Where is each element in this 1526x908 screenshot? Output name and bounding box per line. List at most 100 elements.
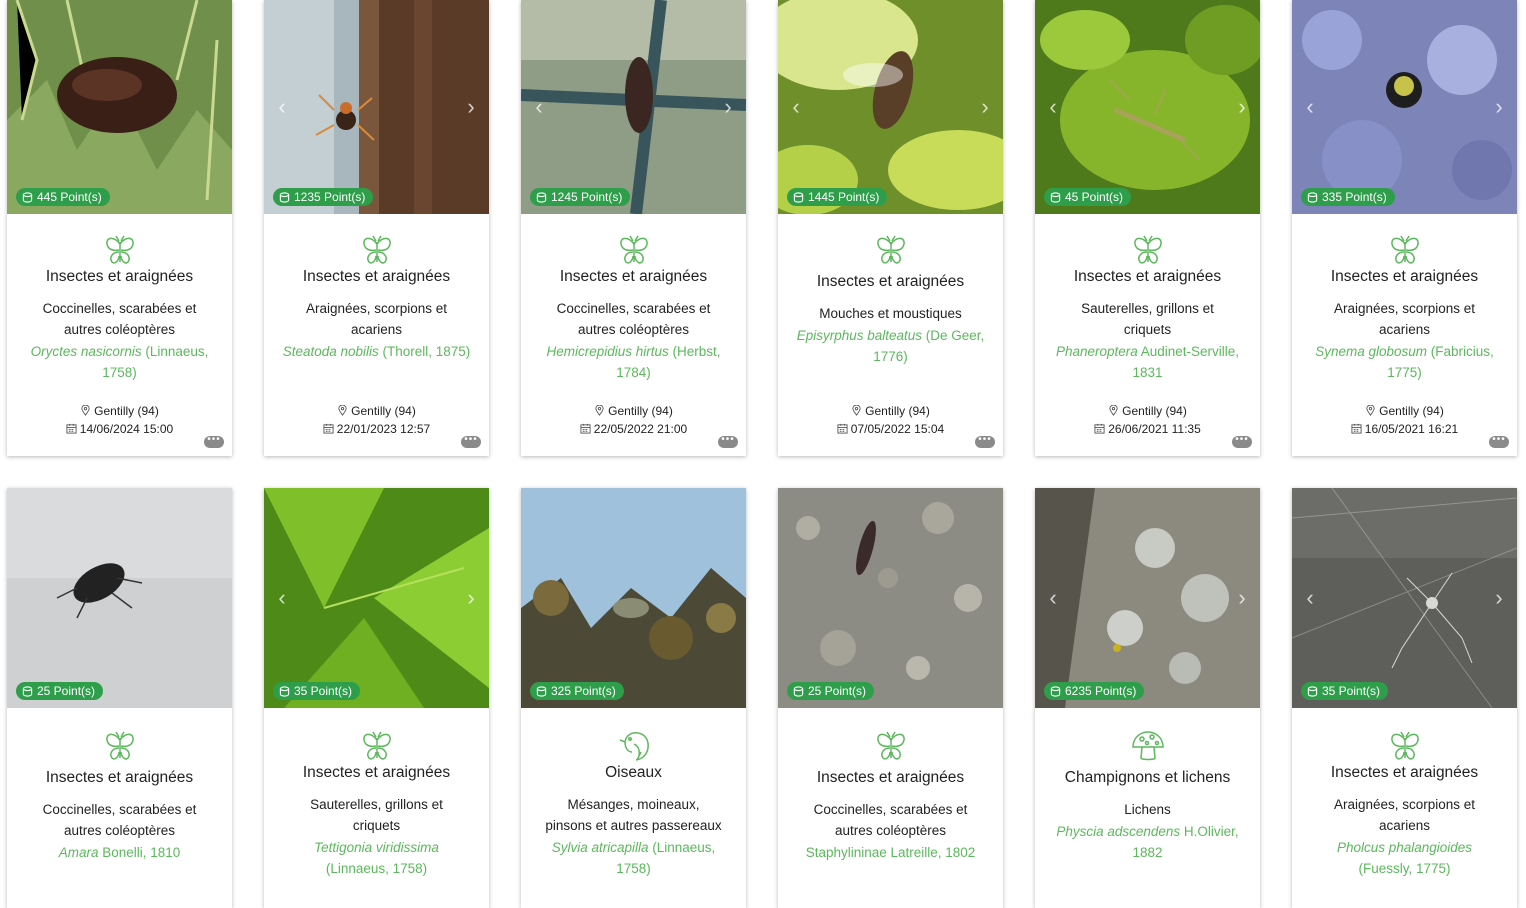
location-pin-icon: [595, 405, 604, 416]
observation-meta: Gentilly (94) 14/06/2024 15:00: [7, 402, 232, 438]
observation-meta: Gentilly (94) 22/01/2023 12:57: [264, 402, 489, 438]
butterfly-icon: [1133, 235, 1162, 264]
observation-card[interactable]: 325 Point(s) Oiseaux Mésanges, moineaux,…: [521, 488, 746, 908]
more-options-button[interactable]: •••: [461, 435, 481, 448]
points-badge: 335 Point(s): [1301, 188, 1395, 206]
coins-icon: [1307, 191, 1318, 203]
species-name[interactable]: Sylvia atricapilla (Linnaeus, 1758): [539, 837, 728, 879]
category-title: Insectes et araignées: [816, 769, 965, 786]
species-name[interactable]: Tettigonia viridissima (Linnaeus, 1758): [282, 837, 471, 879]
observation-card[interactable]: ‹ › 6235 Point(s) Champignons et lichens…: [1035, 488, 1260, 908]
species-name[interactable]: Pholcus phalangioides (Fuessly, 1775): [1310, 837, 1499, 879]
carousel-prev-button[interactable]: ‹: [1044, 96, 1062, 118]
observation-meta: Gentilly (94) 22/05/2022 21:00: [521, 402, 746, 438]
calendar-icon: [580, 423, 591, 434]
points-badge: 1245 Point(s): [530, 188, 631, 206]
category-title: Champignons et lichens: [1064, 769, 1231, 786]
subcategory: Araignées, scorpions et acariens: [1333, 797, 1476, 833]
points-badge: 445 Point(s): [16, 188, 110, 206]
butterfly-icon: [362, 235, 391, 264]
location-pin-icon: [338, 405, 347, 416]
points-badge: 1445 Point(s): [787, 188, 888, 206]
carousel-next-button[interactable]: ›: [462, 587, 480, 609]
subcategory: Coccinelles, scarabées et autres coléopt…: [42, 301, 197, 337]
observation-card[interactable]: ‹ › 335 Point(s) Insectes et araignées A…: [1292, 0, 1517, 456]
calendar-icon: [1351, 423, 1362, 434]
points-badge: 35 Point(s): [273, 682, 361, 700]
category-title: Insectes et araignées: [302, 268, 451, 285]
observation-card[interactable]: 25 Point(s) Insectes et araignées Coccin…: [778, 488, 1003, 908]
carousel-next-button[interactable]: ›: [976, 96, 994, 118]
observation-card[interactable]: 25 Point(s) Insectes et araignées Coccin…: [7, 488, 232, 908]
more-options-button[interactable]: •••: [975, 435, 995, 448]
calendar-icon: [323, 423, 334, 434]
observation-photo[interactable]: ‹ › 335 Point(s): [1292, 0, 1517, 214]
more-options-button[interactable]: •••: [204, 435, 224, 448]
points-badge: 1235 Point(s): [273, 188, 374, 206]
species-name[interactable]: Synema globosum (Fabricius, 1775): [1310, 341, 1499, 383]
coins-icon: [1307, 685, 1318, 697]
more-options-button[interactable]: •••: [718, 435, 738, 448]
carousel-next-button[interactable]: ›: [1490, 96, 1508, 118]
species-name[interactable]: Phaneroptera Audinet-Serville, 1831: [1053, 341, 1242, 383]
carousel-prev-button[interactable]: ‹: [1301, 587, 1319, 609]
observation-photo[interactable]: ‹ › 35 Point(s): [264, 488, 489, 708]
subcategory: Sauterelles, grillons et criquets: [310, 797, 443, 833]
observation-photo[interactable]: ‹ › 1245 Point(s): [521, 0, 746, 214]
carousel-prev-button[interactable]: ‹: [1044, 587, 1062, 609]
observation-photo[interactable]: ‹ › 1445 Point(s): [778, 0, 1003, 214]
subcategory: Sauterelles, grillons et criquets: [1081, 301, 1214, 337]
carousel-next-button[interactable]: ›: [1233, 96, 1251, 118]
observation-card[interactable]: ‹ › 45 Point(s) Insectes et araignées Sa…: [1035, 0, 1260, 456]
mushroom-icon: [1131, 731, 1164, 761]
observation-photo[interactable]: ‹ › 45 Point(s): [1035, 0, 1260, 214]
species-name[interactable]: Amara Bonelli, 1810: [25, 842, 214, 863]
observation-photo[interactable]: 25 Point(s): [778, 488, 1003, 708]
observation-card[interactable]: ‹ › 1445 Point(s) Insectes et araignées …: [778, 0, 1003, 456]
observation-card[interactable]: ‹ › 35 Point(s) Insectes et araignées Ar…: [1292, 488, 1517, 908]
carousel-prev-button[interactable]: ‹: [273, 587, 291, 609]
observation-card[interactable]: ‹ › 1235 Point(s) Insectes et araignées …: [264, 0, 489, 456]
carousel-prev-button[interactable]: ‹: [787, 96, 805, 118]
species-name[interactable]: Physcia adscendens H.Olivier, 1882: [1053, 821, 1242, 863]
observation-card[interactable]: 445 Point(s) Insectes et araignées Cocci…: [7, 0, 232, 456]
category-title: Insectes et araignées: [1330, 268, 1479, 285]
species-name[interactable]: Episyrphus balteatus (De Geer, 1776): [796, 325, 985, 367]
species-name[interactable]: Oryctes nasicornis (Linnaeus, 1758): [25, 341, 214, 383]
species-name[interactable]: Steatoda nobilis (Thorell, 1875): [282, 341, 471, 362]
observation-photo[interactable]: 325 Point(s): [521, 488, 746, 708]
carousel-prev-button[interactable]: ‹: [1301, 96, 1319, 118]
carousel-next-button[interactable]: ›: [1490, 587, 1508, 609]
coins-icon: [793, 191, 804, 203]
location-pin-icon: [852, 405, 861, 416]
subcategory: Mésanges, moineaux, pinsons et autres pa…: [545, 797, 722, 833]
carousel-next-button[interactable]: ›: [719, 96, 737, 118]
points-badge: 25 Point(s): [787, 682, 875, 700]
observation-photo[interactable]: 25 Point(s): [7, 488, 232, 708]
observation-card[interactable]: ‹ › 1245 Point(s) Insectes et araignées …: [521, 0, 746, 456]
carousel-next-button[interactable]: ›: [462, 96, 480, 118]
points-badge: 45 Point(s): [1044, 188, 1132, 206]
species-name[interactable]: Hemicrepidius hirtus (Herbst, 1784): [539, 341, 728, 383]
more-options-button[interactable]: •••: [1489, 435, 1509, 448]
more-options-button[interactable]: •••: [1232, 435, 1252, 448]
observation-photo[interactable]: ‹ › 1235 Point(s): [264, 0, 489, 214]
carousel-prev-button[interactable]: ‹: [273, 96, 291, 118]
coins-icon: [536, 191, 547, 203]
category-title: Insectes et araignées: [1073, 268, 1222, 285]
carousel-next-button[interactable]: ›: [1233, 587, 1251, 609]
species-name[interactable]: Staphylininae Latreille, 1802: [796, 842, 985, 863]
carousel-prev-button[interactable]: ‹: [530, 96, 548, 118]
subcategory: Araignées, scorpions et acariens: [1333, 301, 1476, 337]
category-title: Insectes et araignées: [559, 268, 708, 285]
coins-icon: [793, 685, 804, 697]
category-title: Insectes et araignées: [45, 268, 194, 285]
observation-photo[interactable]: ‹ › 6235 Point(s): [1035, 488, 1260, 708]
location-pin-icon: [1109, 405, 1118, 416]
coins-icon: [536, 685, 547, 697]
coins-icon: [279, 685, 290, 697]
butterfly-icon: [876, 731, 905, 760]
observation-photo[interactable]: 445 Point(s): [7, 0, 232, 214]
observation-card[interactable]: ‹ › 35 Point(s) Insectes et araignées Sa…: [264, 488, 489, 908]
observation-photo[interactable]: ‹ › 35 Point(s): [1292, 488, 1517, 708]
